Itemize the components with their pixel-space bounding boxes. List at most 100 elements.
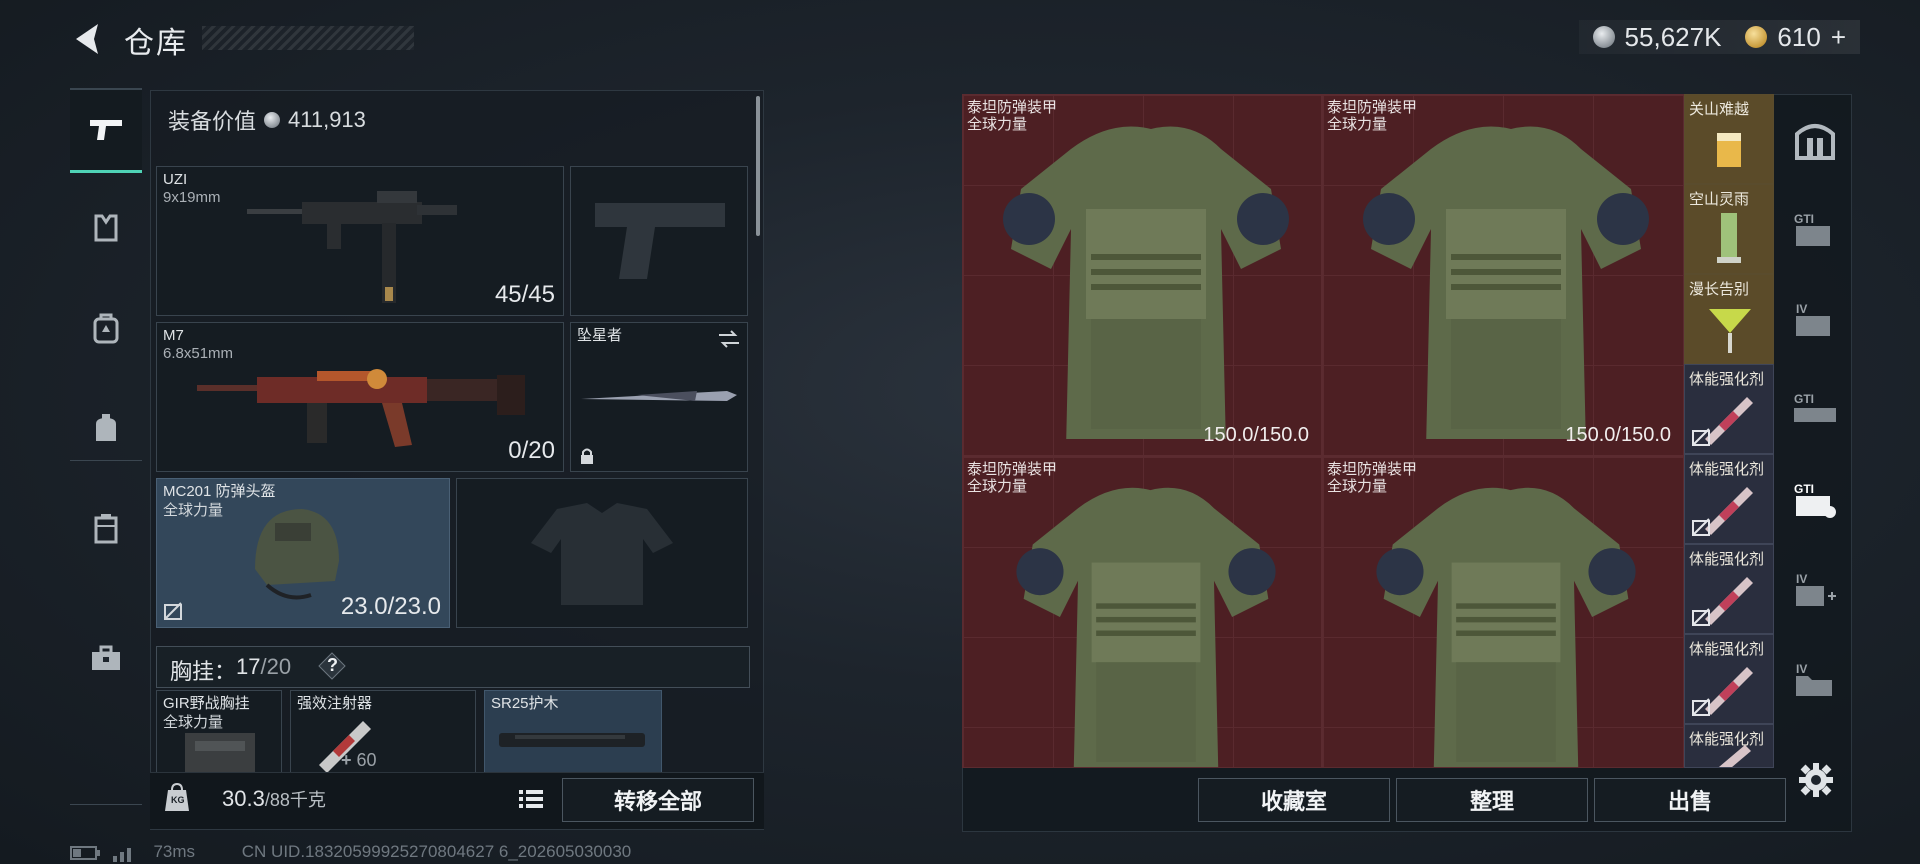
- gold-amount: 610: [1777, 21, 1821, 52]
- gear-value: 装备价值 411,913: [168, 104, 366, 136]
- silver-amount: 55,627K: [1624, 21, 1722, 52]
- back-arrow-icon[interactable]: [68, 18, 110, 60]
- transfer-all-button[interactable]: 转移全部: [562, 778, 754, 822]
- rail-tab-case[interactable]: [70, 488, 142, 568]
- add-currency-button[interactable]: +: [1831, 22, 1846, 53]
- rig-item-qty-value: 60: [356, 750, 377, 770]
- svg-text:GTI: GTI: [1794, 482, 1814, 496]
- storage-item-stim[interactable]: 体能强化剂: [1684, 364, 1774, 454]
- help-button[interactable]: ?: [318, 652, 346, 680]
- toolbox-icon: [92, 645, 120, 670]
- chest-rig-max: 20: [266, 654, 292, 679]
- gear-value-label: 装备价值: [168, 109, 257, 134]
- backpack-icon: [93, 313, 119, 344]
- svg-text:IV: IV: [1796, 662, 1807, 676]
- rail-tab-toolbox[interactable]: [70, 618, 142, 698]
- rail-tab-iv-case[interactable]: IV: [1780, 280, 1850, 360]
- svg-text:GTI: GTI: [1794, 212, 1814, 226]
- rail-tab-armor[interactable]: [70, 188, 142, 268]
- silver-coin-icon: [264, 112, 281, 128]
- sort-button[interactable]: 整理: [1396, 778, 1588, 822]
- rail-tab-iv-add[interactable]: IV: [1780, 550, 1850, 630]
- currency-bar: 55,627K 610 +: [1578, 20, 1860, 54]
- m7-weapon-image: [197, 369, 525, 447]
- svg-text:IV: IV: [1796, 572, 1807, 586]
- primary-weapon-slot[interactable]: UZI 9x19mm 45/45: [156, 166, 564, 316]
- rail-tab-weapons[interactable]: [70, 88, 142, 173]
- sell-button[interactable]: 出售: [1594, 778, 1786, 822]
- body-armor-image: [1376, 487, 1636, 767]
- svg-text:GTI: GTI: [1794, 392, 1814, 406]
- syringe-image: [1719, 745, 1751, 767]
- loadout-category-rail: [70, 88, 142, 805]
- melee-slot[interactable]: 坠星者: [570, 322, 748, 472]
- rail-tab-backpack[interactable]: [70, 288, 142, 368]
- list-icon: [519, 790, 543, 808]
- weapon-ammo: 45/45: [494, 281, 555, 308]
- rig-item-slot[interactable]: SR25护木: [484, 690, 662, 774]
- rig-item-name: GIR野战胸挂: [163, 695, 250, 712]
- collection-room-button[interactable]: 收藏室: [1198, 778, 1390, 822]
- title-decoration: [202, 26, 414, 50]
- iv-folder-icon: IV: [1796, 662, 1832, 696]
- weapon-caliber: 9x19mm: [163, 189, 221, 206]
- rail-tab-gti-gun-case[interactable]: GTI: [1780, 370, 1850, 450]
- item-name: 漫长告别: [1689, 281, 1750, 298]
- page-title: 仓库: [124, 27, 188, 60]
- rig-item-slot[interactable]: 强效注射器 + 60: [290, 690, 476, 774]
- status-line: 73ms CN UID.18320599925270804627 6_20260…: [70, 842, 631, 862]
- melee-name: 坠星者: [577, 327, 623, 344]
- helmet-faction: 全球力量: [163, 502, 224, 519]
- storage-item-drink[interactable]: 关山难越: [1684, 94, 1774, 184]
- storage-item-stim[interactable]: 体能强化剂: [1684, 634, 1774, 724]
- carry-weight: 30.3/88千克: [222, 786, 326, 812]
- settings-gear-icon[interactable]: [1798, 762, 1834, 798]
- item-durability: 150.0/150.0: [1565, 424, 1671, 446]
- no-drop-icon: [1692, 608, 1710, 626]
- storage-item-drink[interactable]: 漫长告别: [1684, 274, 1774, 364]
- signal-icon: [112, 847, 131, 862]
- storage-item-stim[interactable]: 体能强化剂: [1684, 544, 1774, 634]
- rail-tab-vault[interactable]: [1780, 100, 1850, 180]
- gti-gun-case-icon: GTI: [1794, 392, 1836, 422]
- item-durability: 150.0/150.0: [1203, 424, 1309, 446]
- pistol-icon: [90, 120, 122, 140]
- storage-item-armor[interactable]: 泰坦防弹装甲 全球力量 150.0/150.0: [1322, 94, 1684, 456]
- storage-item-drink[interactable]: 空山灵雨: [1684, 184, 1774, 274]
- gold-coin-icon: [1745, 26, 1768, 48]
- help-glyph: ?: [327, 655, 338, 675]
- rail-tab-gti-selected[interactable]: GTI: [1780, 460, 1850, 540]
- chest-rig-image: [185, 733, 255, 773]
- storage-item-armor[interactable]: 泰坦防弹装甲 全球力量 150.0/150.0: [962, 94, 1322, 456]
- pistol-silhouette-icon: [595, 203, 725, 279]
- storage-item-stim[interactable]: 体能强化剂: [1684, 724, 1774, 768]
- rail-tab-gti-case[interactable]: GTI: [1780, 190, 1850, 270]
- list-view-button[interactable]: [514, 782, 548, 816]
- rail-tab-bag[interactable]: [70, 388, 142, 468]
- body-armor-slot-empty[interactable]: [456, 478, 748, 628]
- item-name: 空山灵雨: [1689, 191, 1750, 208]
- helmet-slot[interactable]: MC201 防弹头盔 全球力量 23.0/23.0: [156, 478, 450, 628]
- storage-container-rail: GTI IV GTI GTI IV IV: [1780, 94, 1850, 786]
- rail-tab-iv-folder[interactable]: IV: [1780, 640, 1850, 720]
- swap-icon[interactable]: [717, 329, 741, 349]
- gti-case-selected-icon: GTI: [1794, 482, 1836, 518]
- storage-item-armor[interactable]: 泰坦防弹装甲 全球力量: [1322, 456, 1684, 768]
- armor-icon: [94, 214, 118, 242]
- helmet-image: [255, 509, 339, 600]
- user-uid: CN UID.18320599925270804627 6_2026050300…: [241, 842, 632, 861]
- lock-icon: [581, 448, 593, 464]
- loadout-scrollbar[interactable]: [756, 96, 760, 236]
- carry-weight-max: /88千克: [264, 790, 326, 810]
- secondary-weapon-slot[interactable]: M7 6.8x51mm 0/20: [156, 322, 564, 472]
- body-armor-image: [1016, 487, 1276, 767]
- storage-item-stim[interactable]: 体能强化剂: [1684, 454, 1774, 544]
- rig-item-quantity: + 60: [341, 750, 377, 770]
- rig-item-slot[interactable]: GIR野战胸挂 全球力量: [156, 690, 282, 774]
- chest-rig-used: 17: [236, 654, 261, 679]
- storage-item-armor[interactable]: 泰坦防弹装甲 全球力量: [962, 456, 1322, 768]
- handguard-image: [499, 733, 645, 747]
- sidearm-slot-empty[interactable]: [570, 166, 748, 316]
- weapon-ammo: 0/20: [508, 437, 555, 464]
- no-drop-icon: [164, 602, 182, 620]
